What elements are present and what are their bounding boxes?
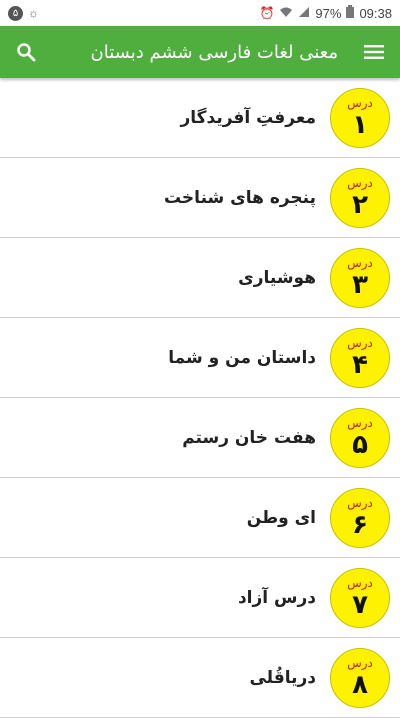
status-bar-right: ⏰ 97% 09:38 — [259, 5, 392, 21]
clock: 09:38 — [359, 5, 392, 21]
search-icon — [17, 43, 36, 62]
wifi-icon — [279, 6, 293, 21]
list-item[interactable]: معرفتِ آفریدگار درس ۱ — [0, 78, 400, 158]
lesson-title: درس آزاد — [237, 587, 316, 608]
lesson-badge: درس ۱ — [330, 87, 390, 148]
badge-label: درس — [347, 495, 373, 510]
search-button[interactable] — [14, 40, 38, 64]
signal-icon — [298, 6, 310, 21]
lesson-title: پنجره های شناخت — [163, 187, 316, 208]
list-item[interactable]: داستان من و شما درس ۴ — [0, 318, 400, 398]
badge-label: درس — [347, 95, 373, 110]
badge-label: درس — [347, 335, 373, 350]
list-item[interactable]: هوشیاری درس ۳ — [0, 238, 400, 318]
badge-number: ۷ — [352, 589, 368, 620]
badge-number: ۶ — [352, 509, 368, 540]
badge-label: درس — [347, 575, 373, 590]
badge-number: ۴ — [352, 349, 368, 380]
notification-badge: ۵ — [8, 5, 23, 21]
status-bar-left: ۵ ☼ — [8, 5, 39, 21]
badge-label: درس — [347, 655, 373, 670]
weather-icon: ☼ — [28, 6, 39, 20]
list-item[interactable]: دریاقُلی درس ۸ — [0, 638, 400, 718]
lesson-badge: درس ۷ — [330, 567, 390, 628]
lesson-title: هوشیاری — [238, 267, 316, 288]
badge-label: درس — [347, 255, 373, 270]
alarm-icon: ⏰ — [259, 6, 275, 20]
lesson-title: معرفتِ آفریدگار — [180, 107, 316, 128]
lesson-title: ای وطن — [246, 507, 316, 528]
page-title: معنی لغات فارسی ششم دبستان — [90, 41, 338, 63]
lesson-list: معرفتِ آفریدگار درس ۱ پنجره های شناخت در… — [0, 78, 400, 718]
battery-icon — [346, 5, 355, 21]
menu-button[interactable] — [362, 40, 386, 64]
lesson-badge: درس ۳ — [330, 247, 390, 308]
badge-label: درس — [347, 175, 373, 190]
lesson-badge: درس ۸ — [330, 647, 390, 708]
lesson-title: هفت خان رستم — [182, 427, 316, 448]
lesson-title: داستان من و شما — [168, 347, 316, 368]
list-item[interactable]: پنجره های شناخت درس ۲ — [0, 158, 400, 238]
lesson-badge: درس ۴ — [330, 327, 390, 388]
badge-number: ۵ — [352, 429, 368, 460]
badge-number: ۱ — [352, 109, 368, 140]
battery-percent: 97% — [315, 5, 342, 21]
menu-icon — [364, 45, 384, 59]
lesson-badge: درس ۲ — [330, 167, 390, 228]
badge-number: ۲ — [352, 189, 368, 220]
app-bar: معنی لغات فارسی ششم دبستان — [0, 26, 400, 78]
badge-number: ۸ — [352, 669, 368, 700]
status-bar: ۵ ☼ ⏰ 97% 09:38 — [0, 0, 400, 26]
list-item[interactable]: درس آزاد درس ۷ — [0, 558, 400, 638]
lesson-badge: درس ۶ — [330, 487, 390, 548]
lesson-title: دریاقُلی — [249, 667, 316, 688]
badge-label: درس — [347, 415, 373, 430]
list-item[interactable]: ای وطن درس ۶ — [0, 478, 400, 558]
lesson-badge: درس ۵ — [330, 407, 390, 468]
list-item[interactable]: هفت خان رستم درس ۵ — [0, 398, 400, 478]
badge-number: ۳ — [352, 269, 368, 300]
